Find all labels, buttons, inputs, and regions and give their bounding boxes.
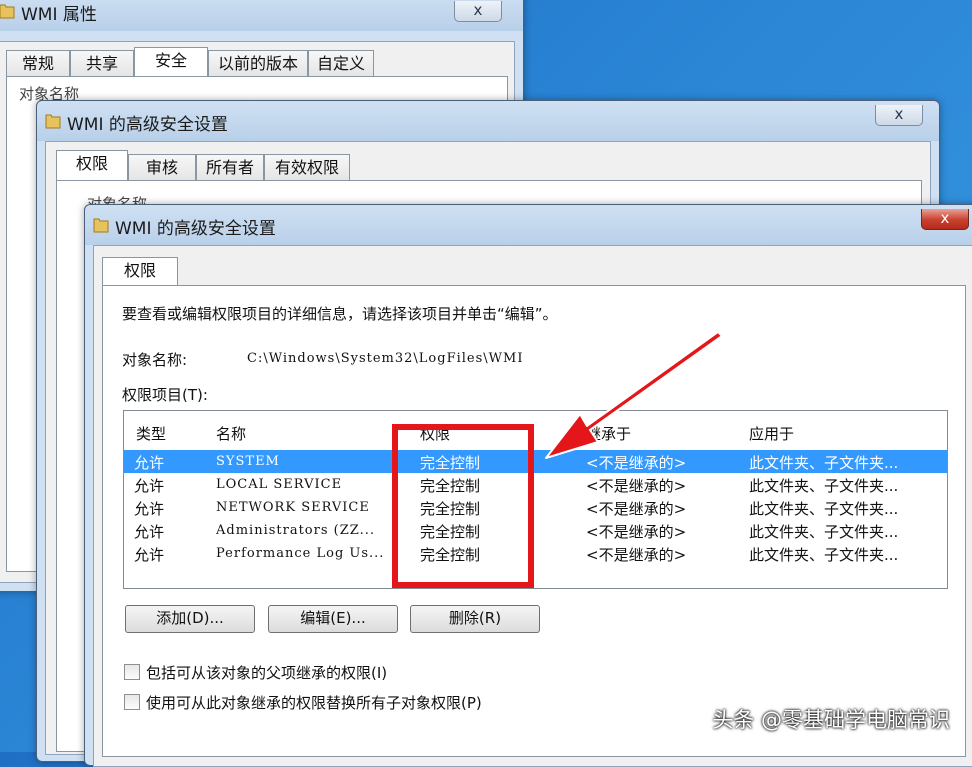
- cell-type: 允许: [134, 454, 165, 472]
- close-button[interactable]: x: [921, 209, 969, 230]
- folder-icon: [45, 114, 61, 129]
- cell-applies-to: 此文件夹、子文件夹...: [749, 523, 899, 541]
- table-row[interactable]: 允许 NETWORK SERVICE 完全控制 <不是继承的> 此文件夹、子文件…: [124, 496, 947, 519]
- tab-sharing[interactable]: 共享: [70, 50, 134, 77]
- table-row[interactable]: 允许 SYSTEM 完全控制 <不是继承的> 此文件夹、子文件夹...: [124, 450, 947, 473]
- cell-type: 允许: [134, 500, 165, 518]
- close-button[interactable]: x: [875, 105, 923, 126]
- cell-applies-to: 此文件夹、子文件夹...: [749, 477, 899, 495]
- tab-customize[interactable]: 自定义: [308, 50, 374, 77]
- object-name-label: 对象名称:: [122, 351, 188, 369]
- edit-button[interactable]: 编辑(E)...: [268, 605, 398, 633]
- cell-name: LOCAL SERVICE: [216, 477, 343, 492]
- column-applies-to[interactable]: 应用于: [749, 423, 794, 444]
- tab-effective-permissions[interactable]: 有效权限: [264, 154, 350, 181]
- list-header: 类型 名称 权限 继承于 应用于: [124, 411, 947, 447]
- tab-security[interactable]: 安全: [134, 47, 208, 77]
- cell-inherited-from: <不是继承的>: [586, 477, 687, 495]
- cell-type: 允许: [134, 546, 165, 564]
- cell-applies-to: 此文件夹、子文件夹...: [749, 546, 899, 564]
- cell-name: SYSTEM: [216, 454, 280, 469]
- title-bar[interactable]: WMI 的高级安全设置: [85, 205, 972, 243]
- close-button[interactable]: x: [454, 1, 502, 22]
- add-button[interactable]: 添加(D)...: [125, 605, 255, 633]
- cell-type: 允许: [134, 523, 165, 541]
- cell-applies-to: 此文件夹、子文件夹...: [749, 500, 899, 518]
- tab-permissions[interactable]: 权限: [56, 150, 128, 180]
- tab-owner[interactable]: 所有者: [196, 154, 264, 181]
- cell-inherited-from: <不是继承的>: [586, 500, 687, 518]
- object-name-value: C:\Windows\System32\LogFiles\WMI: [247, 351, 524, 366]
- include-inheritable-checkbox[interactable]: [124, 664, 140, 680]
- window-title: WMI 的高级安全设置: [67, 115, 228, 135]
- cell-type: 允许: [134, 477, 165, 495]
- column-name[interactable]: 名称: [216, 423, 246, 444]
- include-inheritable-label: 包括可从该对象的父项继承的权限(I): [146, 664, 388, 682]
- cell-inherited-from: <不是继承的>: [586, 523, 687, 541]
- tab-auditing[interactable]: 审核: [128, 154, 196, 181]
- tab-permissions[interactable]: 权限: [102, 257, 178, 287]
- highlight-box: [392, 424, 534, 588]
- table-row[interactable]: 允许 Performance Log Us... 完全控制 <不是继承的> 此文…: [124, 542, 947, 565]
- folder-icon: [0, 4, 15, 19]
- table-row[interactable]: 允许 Administrators (ZZ... 完全控制 <不是继承的> 此文…: [124, 519, 947, 542]
- window-title: WMI 的高级安全设置: [115, 219, 276, 239]
- instruction-text: 要查看或编辑权限项目的详细信息，请选择该项目并单击“编辑”。: [122, 305, 558, 323]
- title-bar[interactable]: WMI 的高级安全设置: [37, 101, 939, 139]
- tab-previous-versions[interactable]: 以前的版本: [208, 50, 308, 77]
- cell-name: Performance Log Us...: [216, 546, 385, 561]
- remove-button[interactable]: 删除(R): [410, 605, 540, 633]
- permission-entries-list[interactable]: 类型 名称 权限 继承于 应用于 允许 SYSTEM 完全控制 <不是继承的> …: [123, 410, 948, 589]
- permission-entries-label: 权限项目(T):: [122, 386, 208, 404]
- replace-child-permissions-label: 使用可从此对象继承的权限替换所有子对象权限(P): [146, 694, 482, 712]
- pointer-arrow-icon: [545, 331, 723, 459]
- table-row[interactable]: 允许 LOCAL SERVICE 完全控制 <不是继承的> 此文件夹、子文件夹.…: [124, 473, 947, 496]
- watermark: 头条 @零基础学电脑常识: [712, 708, 950, 732]
- window-title: WMI 属性: [21, 5, 97, 25]
- title-bar[interactable]: WMI 属性: [0, 0, 523, 29]
- cell-name: Administrators (ZZ...: [216, 523, 375, 538]
- column-type[interactable]: 类型: [136, 423, 166, 444]
- cell-inherited-from: <不是继承的>: [586, 546, 687, 564]
- folder-icon: [93, 218, 109, 233]
- cell-name: NETWORK SERVICE: [216, 500, 370, 515]
- tab-general[interactable]: 常规: [6, 50, 70, 77]
- cell-applies-to: 此文件夹、子文件夹...: [749, 454, 899, 472]
- replace-child-permissions-checkbox[interactable]: [124, 694, 140, 710]
